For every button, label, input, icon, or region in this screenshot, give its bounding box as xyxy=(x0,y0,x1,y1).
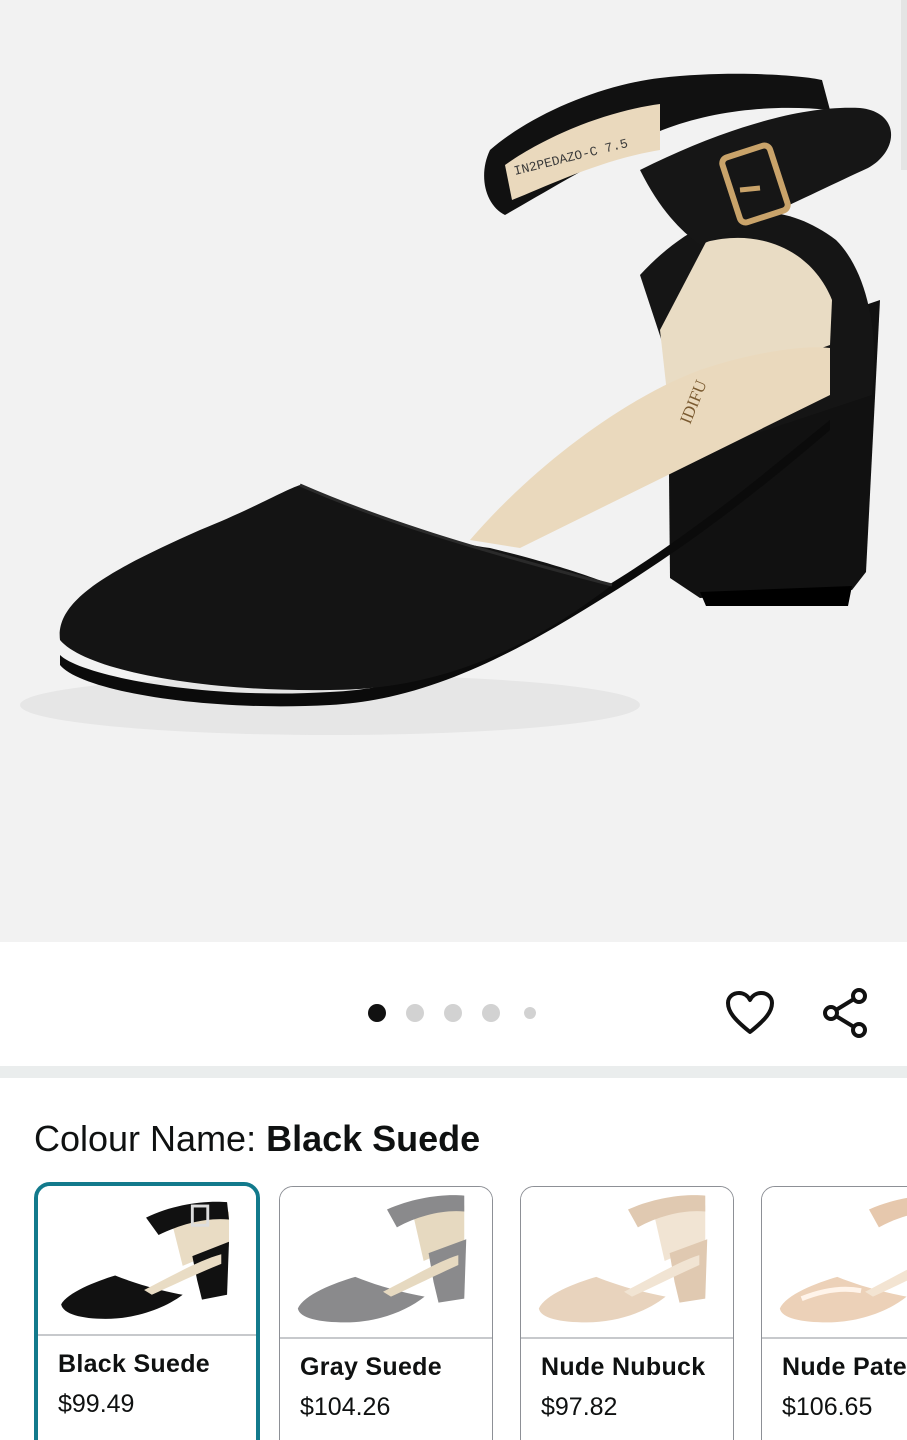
heart-icon xyxy=(726,991,774,1034)
swatch-name: Gray Suede xyxy=(300,1353,442,1381)
swatch-thumbnail xyxy=(38,1186,256,1336)
carousel-dot-4[interactable] xyxy=(482,1004,500,1022)
share-button[interactable] xyxy=(818,985,874,1041)
colour-name-label: Colour Name: Black Suede xyxy=(34,1118,480,1160)
swatch-thumbnail xyxy=(280,1187,492,1337)
swatch-price: $99.49 xyxy=(58,1390,135,1418)
carousel-dot-2[interactable] xyxy=(406,1004,424,1022)
swatch-thumbnail xyxy=(521,1187,733,1337)
swatch-price: $104.26 xyxy=(300,1393,391,1421)
swatch-separator xyxy=(280,1337,492,1339)
swatch-name: Nude Nubuck xyxy=(541,1353,706,1381)
carousel-dot-1[interactable] xyxy=(368,1004,386,1022)
swatch-separator xyxy=(521,1337,733,1339)
swatch-separator xyxy=(762,1337,907,1339)
swatch-thumbnail xyxy=(762,1187,907,1337)
carousel-dot-3[interactable] xyxy=(444,1004,462,1022)
product-image[interactable]: IDIFU IN2PEDAZO-C 7.5 xyxy=(0,0,907,942)
shoe-illustration: IDIFU IN2PEDAZO-C 7.5 xyxy=(20,73,892,735)
selected-colour-name: Black Suede xyxy=(266,1118,481,1159)
carousel-dot-5[interactable] xyxy=(524,1007,536,1019)
swatch-nude-patent[interactable]: Nude Patent $106.65 xyxy=(761,1186,907,1440)
swatch-name: Nude Patent xyxy=(782,1353,907,1381)
share-icon xyxy=(823,988,867,1038)
scroll-indicator xyxy=(901,0,907,170)
wishlist-button[interactable] xyxy=(722,985,778,1041)
swatch-price: $97.82 xyxy=(541,1393,618,1421)
swatch-gray-suede[interactable]: Gray Suede $104.26 xyxy=(279,1186,493,1440)
section-divider xyxy=(0,1066,907,1078)
colour-label-prefix: Colour Name: xyxy=(34,1118,267,1159)
swatch-name: Black Suede xyxy=(58,1350,210,1378)
swatch-separator xyxy=(38,1334,256,1336)
swatch-black-suede[interactable]: Black Suede $99.49 xyxy=(34,1182,260,1440)
colour-swatch-list: Black Suede $99.49 Gray Suede $104.26 Nu… xyxy=(0,1182,907,1440)
swatch-price: $106.65 xyxy=(782,1393,873,1421)
swatch-nude-nubuck[interactable]: Nude Nubuck $97.82 xyxy=(520,1186,734,1440)
